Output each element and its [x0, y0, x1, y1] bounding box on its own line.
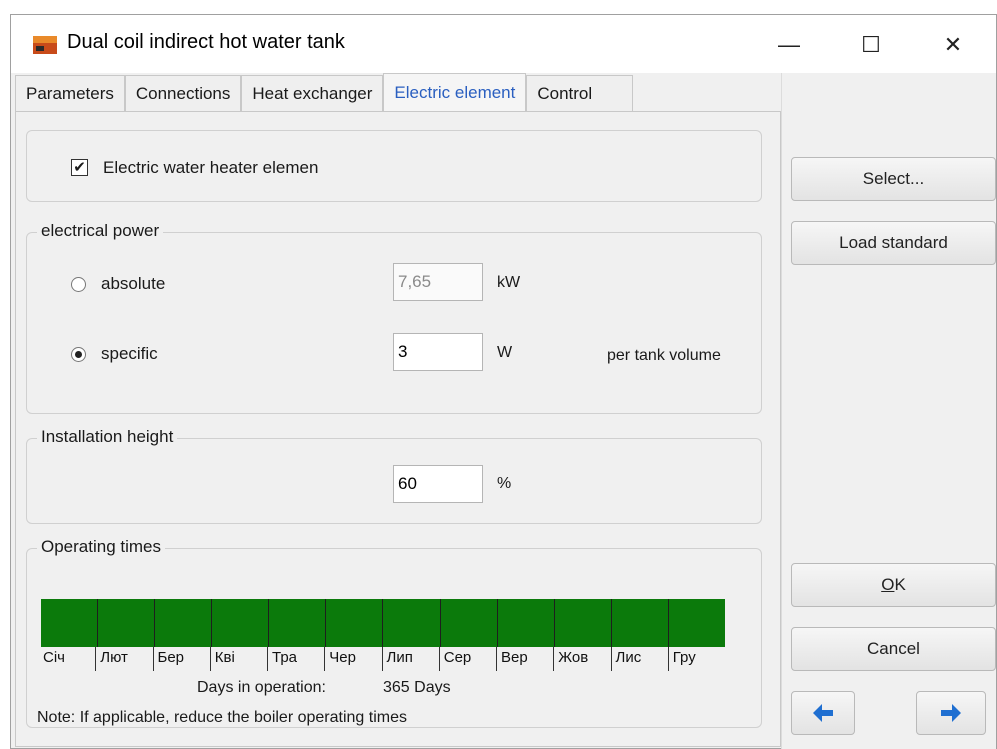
arrow-left-icon — [813, 704, 833, 722]
ok-mnemonic: O — [881, 575, 895, 594]
app-logo-icon — [33, 36, 57, 54]
specific-unit: W — [497, 344, 513, 361]
month-cell[interactable] — [155, 599, 213, 647]
electrical-power-group: electrical power absolute kW specific W … — [26, 221, 762, 414]
window-title: Dual coil indirect hot water tank — [67, 31, 345, 53]
installation-height-input[interactable] — [393, 465, 483, 503]
per-tank-volume-label: per tank volume — [607, 347, 721, 364]
maximize-button[interactable]: ☐ — [851, 25, 891, 65]
operating-times-legend: Operating times — [37, 537, 165, 557]
month-cell[interactable] — [383, 599, 441, 647]
month-cell[interactable] — [212, 599, 270, 647]
electric-heater-label: Electric water heater elemen — [103, 158, 319, 177]
forward-button[interactable] — [916, 691, 986, 735]
month-label: Жов — [553, 647, 610, 671]
electric-heater-checkbox[interactable]: ✔ — [71, 159, 88, 176]
back-button[interactable] — [791, 691, 855, 735]
operating-times-note: Note: If applicable, reduce the boiler o… — [37, 709, 407, 726]
month-label: Лип — [381, 647, 439, 671]
tab-parameters[interactable]: Parameters — [15, 75, 125, 111]
arrow-right-icon — [941, 704, 961, 722]
month-cell[interactable] — [612, 599, 669, 647]
month-cell[interactable] — [98, 599, 156, 647]
radio-selected-dot — [75, 351, 82, 358]
installation-height-group: Installation height % — [26, 427, 762, 524]
operating-times-group: Operating times Січ Лют Бер Кві Тра Чер … — [26, 537, 762, 728]
tab-control[interactable]: Control — [526, 75, 634, 111]
tab-strip: Parameters Connections Heat exchanger El… — [15, 73, 634, 111]
select-button[interactable]: Select... — [791, 157, 996, 201]
tab-heat-exchanger[interactable]: Heat exchanger — [241, 75, 384, 111]
absolute-radio[interactable] — [71, 277, 86, 292]
month-label: Бер — [152, 647, 210, 671]
month-label: Вер — [496, 647, 553, 671]
installation-height-unit: % — [497, 475, 512, 492]
month-cell[interactable] — [498, 599, 555, 647]
month-cell[interactable] — [441, 599, 498, 647]
month-cell[interactable] — [669, 599, 725, 647]
tab-connections[interactable]: Connections — [124, 75, 242, 111]
side-button-panel: Select... Load standard OK Cancel — [781, 73, 996, 749]
month-label: Тра — [267, 647, 324, 671]
specific-radio[interactable] — [71, 347, 86, 362]
electrical-power-legend: electrical power — [37, 221, 164, 241]
ok-rest: K — [894, 575, 906, 594]
month-label: Лют — [95, 647, 152, 671]
absolute-power-input[interactable] — [393, 263, 483, 301]
specific-power-input[interactable] — [393, 333, 483, 371]
operating-months-bar[interactable] — [41, 599, 725, 647]
tab-electric-element[interactable]: Electric element — [383, 73, 527, 111]
absolute-label: absolute — [101, 274, 166, 293]
month-labels: Січ Лют Бер Кві Тра Чер Лип Сер Вер Жов … — [41, 647, 725, 671]
month-label: Лис — [610, 647, 668, 671]
month-cell[interactable] — [555, 599, 612, 647]
month-label: Гру — [667, 647, 725, 671]
title-bar[interactable]: Dual coil indirect hot water tank — ☐ ✕ — [11, 15, 996, 73]
absolute-unit: kW — [497, 274, 521, 291]
electric-heater-group: ✔ Electric water heater elemen — [26, 130, 762, 202]
month-cell[interactable] — [326, 599, 384, 647]
dialog-window: Dual coil indirect hot water tank — ☐ ✕ … — [10, 14, 997, 749]
tab-content-panel: ✔ Electric water heater elemen electrica… — [15, 111, 781, 747]
load-standard-button[interactable]: Load standard — [791, 221, 996, 265]
close-button[interactable]: ✕ — [933, 25, 973, 65]
minimize-button[interactable]: — — [769, 25, 809, 65]
month-cell[interactable] — [269, 599, 327, 647]
month-cell[interactable] — [41, 599, 99, 647]
month-label: Січ — [43, 649, 65, 666]
ok-button[interactable]: OK — [791, 563, 996, 607]
installation-height-legend: Installation height — [37, 427, 178, 447]
month-label: Кві — [209, 647, 267, 671]
month-label: Чер — [324, 647, 381, 671]
month-label: Сер — [438, 647, 496, 671]
specific-label: specific — [101, 344, 158, 363]
days-in-operation-value: 365 Days — [383, 679, 451, 696]
cancel-button[interactable]: Cancel — [791, 627, 996, 671]
days-in-operation-label: Days in operation: — [197, 679, 326, 696]
